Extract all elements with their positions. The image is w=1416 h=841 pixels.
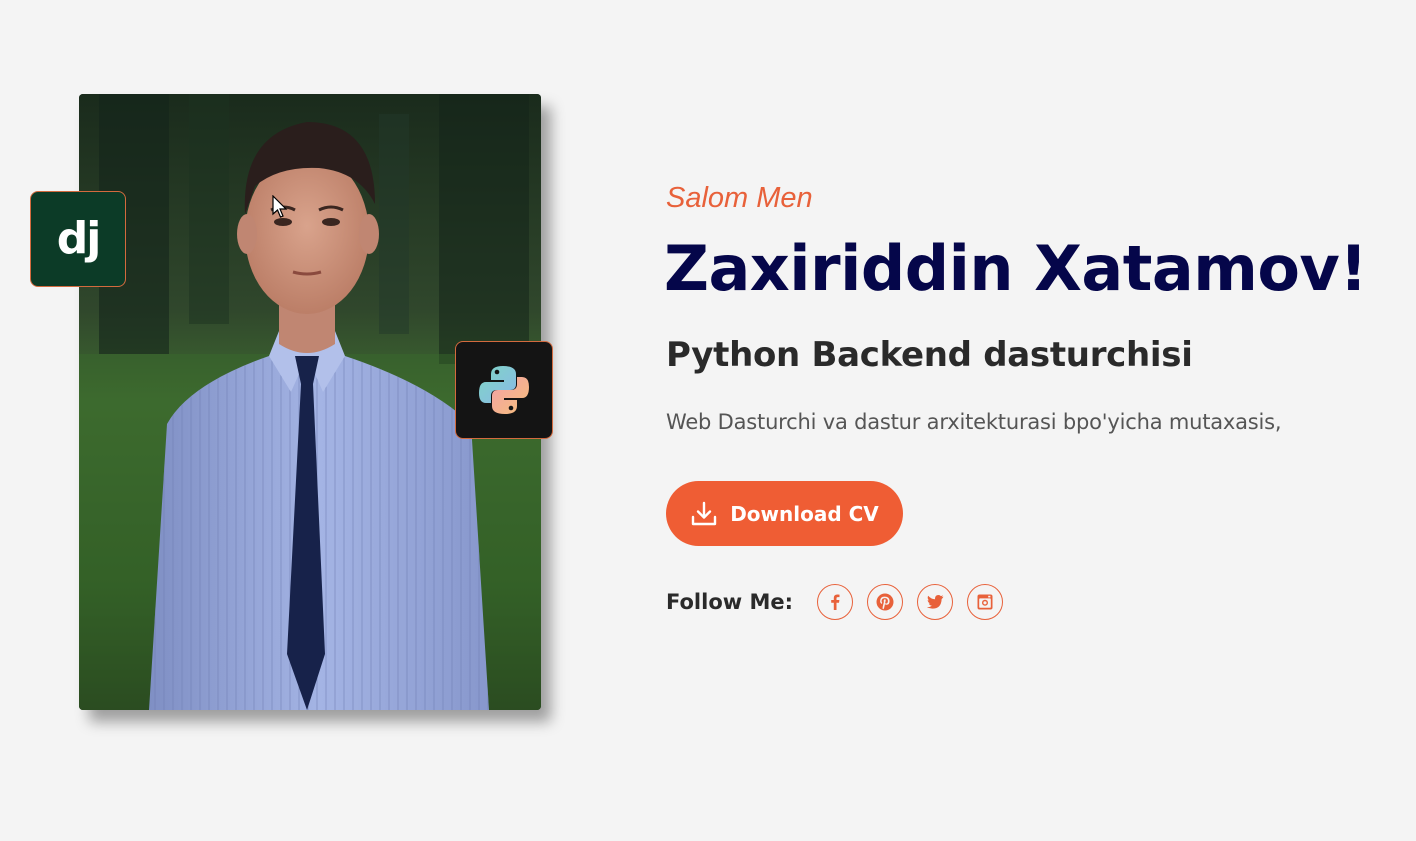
instagram-icon xyxy=(977,594,993,610)
page-title: Zaxiriddin Xatamov! xyxy=(664,232,1368,305)
job-title: Python Backend dasturchisi xyxy=(666,335,1193,375)
download-cv-button[interactable]: Download CV xyxy=(666,481,903,546)
django-logo-icon: dj xyxy=(56,213,102,264)
instagram-link[interactable] xyxy=(967,584,1003,620)
hero-section: dj Salom Men Zaxiriddin Xatamov! Python … xyxy=(0,0,1416,841)
pinterest-link[interactable] xyxy=(867,584,903,620)
django-badge: dj xyxy=(30,191,126,287)
follow-me-label: Follow Me: xyxy=(666,590,793,614)
facebook-link[interactable] xyxy=(817,584,853,620)
follow-me-section: Follow Me: xyxy=(666,583,1017,621)
twitter-icon xyxy=(926,595,944,609)
download-icon xyxy=(692,501,717,525)
pinterest-icon xyxy=(876,593,894,611)
facebook-icon xyxy=(831,594,840,610)
twitter-link[interactable] xyxy=(917,584,953,620)
download-cv-label: Download CV xyxy=(730,501,879,526)
python-logo-icon xyxy=(479,366,529,414)
mouse-cursor-icon xyxy=(272,195,288,218)
python-badge xyxy=(455,341,553,439)
description-text: Web Dasturchi va dastur arxitekturasi bp… xyxy=(666,410,1282,434)
greeting-text: Salom Men xyxy=(666,182,813,214)
